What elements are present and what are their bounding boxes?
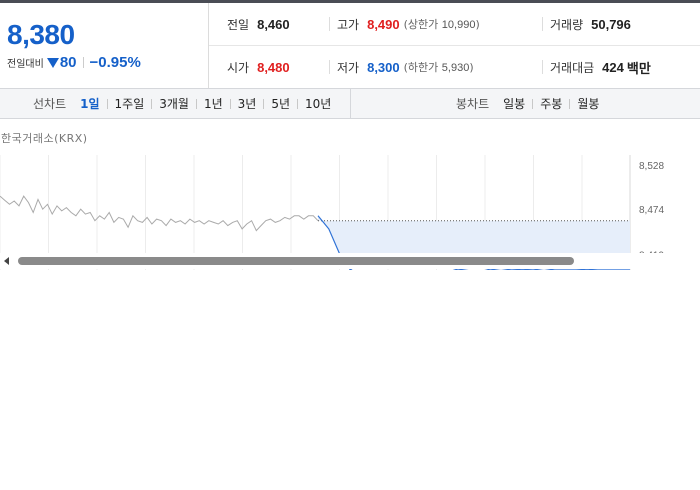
upper-limit-label: (상한가 (403, 18, 439, 31)
tab-5-years[interactable]: 5년 (271, 95, 290, 112)
open-stat: 시가 8,480 (227, 46, 290, 88)
data-source-label: 한국거래소(KRX) (1, 132, 88, 145)
down-triangle-icon (46, 57, 59, 68)
tab-3-months[interactable]: 3개월 (159, 95, 189, 112)
divider (229, 98, 231, 109)
tab-3-years[interactable]: 3년 (238, 95, 257, 112)
divider (106, 98, 108, 109)
y-tick-label: 8,474 (639, 205, 664, 216)
prev-close-label: 전일 (227, 17, 250, 32)
tab-daily-candle[interactable]: 일봉 (503, 95, 525, 112)
trade-amount-label: 거래대금 (550, 60, 595, 75)
divider (569, 98, 571, 109)
divider (263, 98, 265, 109)
volume-label: 거래량 (550, 17, 584, 32)
stats-row-1: 전일 8,460 고가 8,490 (상한가 10,990) 거래량 50,79… (209, 3, 700, 46)
divider (329, 17, 330, 31)
divider (297, 98, 299, 109)
tab-10-years[interactable]: 10년 (305, 95, 331, 112)
price-chart-svg: 8,5288,4748,419 (0, 155, 664, 270)
tab-1-day[interactable]: 1일 (80, 95, 99, 112)
candle-chart-tab-group: 봉차트 일봉 주봉 월봉 (456, 89, 599, 118)
upper-limit-value: 10,990 (441, 19, 476, 31)
open-value: 8,480 (257, 59, 290, 75)
high-stat: 고가 8,490 (상한가 10,990) (337, 3, 480, 45)
change-label: 전일대비 (7, 59, 44, 70)
divider (82, 57, 84, 68)
divider (195, 98, 197, 109)
high-value: 8,490 (367, 16, 400, 32)
prev-close-stat: 전일 8,460 (227, 3, 290, 45)
trade-amount-value: 424 (602, 59, 624, 75)
upper-limit-close: ) (475, 18, 480, 31)
line-chart-tabs: 선차트 1일 1주일 3개월 1년 3년 5년 10년 (0, 89, 351, 118)
current-price-panel: 8,380 전일대비 80 −0.95% (0, 3, 209, 88)
divider (542, 17, 543, 31)
change-value: 80 (59, 54, 77, 71)
current-price: 8,380 (7, 19, 75, 50)
volume-stat: 거래량 50,796 (550, 3, 631, 45)
divider (532, 98, 534, 109)
chart-scrollbar[interactable] (0, 253, 700, 269)
stats-row-2: 시가 8,480 저가 8,300 (하한가 5,930) 거래대금 424 백… (209, 46, 700, 88)
upper-limit: (상한가 10,990) (404, 16, 480, 32)
lower-limit-label: (하한가 (403, 61, 439, 74)
trade-amount-stat: 거래대금 424 백만 (550, 46, 651, 88)
price-chart: 8,5288,4748,419 (0, 145, 700, 270)
volume-value: 50,796 (591, 16, 631, 32)
open-label: 시가 (227, 60, 250, 75)
y-tick-label: 8,528 (639, 161, 664, 172)
scrollbar-thumb[interactable] (18, 257, 574, 265)
line-chart-label: 선차트 (33, 97, 67, 111)
change-rate: −0.95% (89, 54, 141, 71)
series-line-gray (0, 195, 319, 232)
lower-limit-close: ) (469, 61, 474, 74)
divider (329, 60, 330, 74)
lower-limit: (하한가 5,930) (404, 59, 474, 75)
divider (151, 98, 153, 109)
lower-limit-value: 5,930 (441, 62, 470, 74)
divider (542, 60, 543, 74)
candle-chart-label: 봉차트 (456, 97, 490, 111)
tab-1-week[interactable]: 1주일 (115, 95, 145, 112)
tab-1-year[interactable]: 1년 (204, 95, 223, 112)
line-chart-tab-group: 선차트 1일 1주일 3개월 1년 3년 5년 10년 (33, 89, 331, 118)
prev-close-value: 8,460 (257, 16, 290, 32)
low-value: 8,300 (367, 59, 400, 75)
scroll-left-arrow-icon[interactable] (4, 257, 9, 265)
low-label: 저가 (337, 60, 360, 75)
change-row: 전일대비 80 −0.95% (7, 54, 141, 71)
tab-weekly-candle[interactable]: 주봉 (540, 95, 562, 112)
tab-monthly-candle[interactable]: 월봉 (577, 95, 599, 112)
low-stat: 저가 8,300 (하한가 5,930) (337, 46, 474, 88)
trade-amount-unit: 백만 (626, 60, 651, 76)
chart-period-tabs: 선차트 1일 1주일 3개월 1년 3년 5년 10년 봉차트 일봉 주봉 월봉 (0, 88, 700, 119)
high-label: 고가 (337, 17, 360, 32)
